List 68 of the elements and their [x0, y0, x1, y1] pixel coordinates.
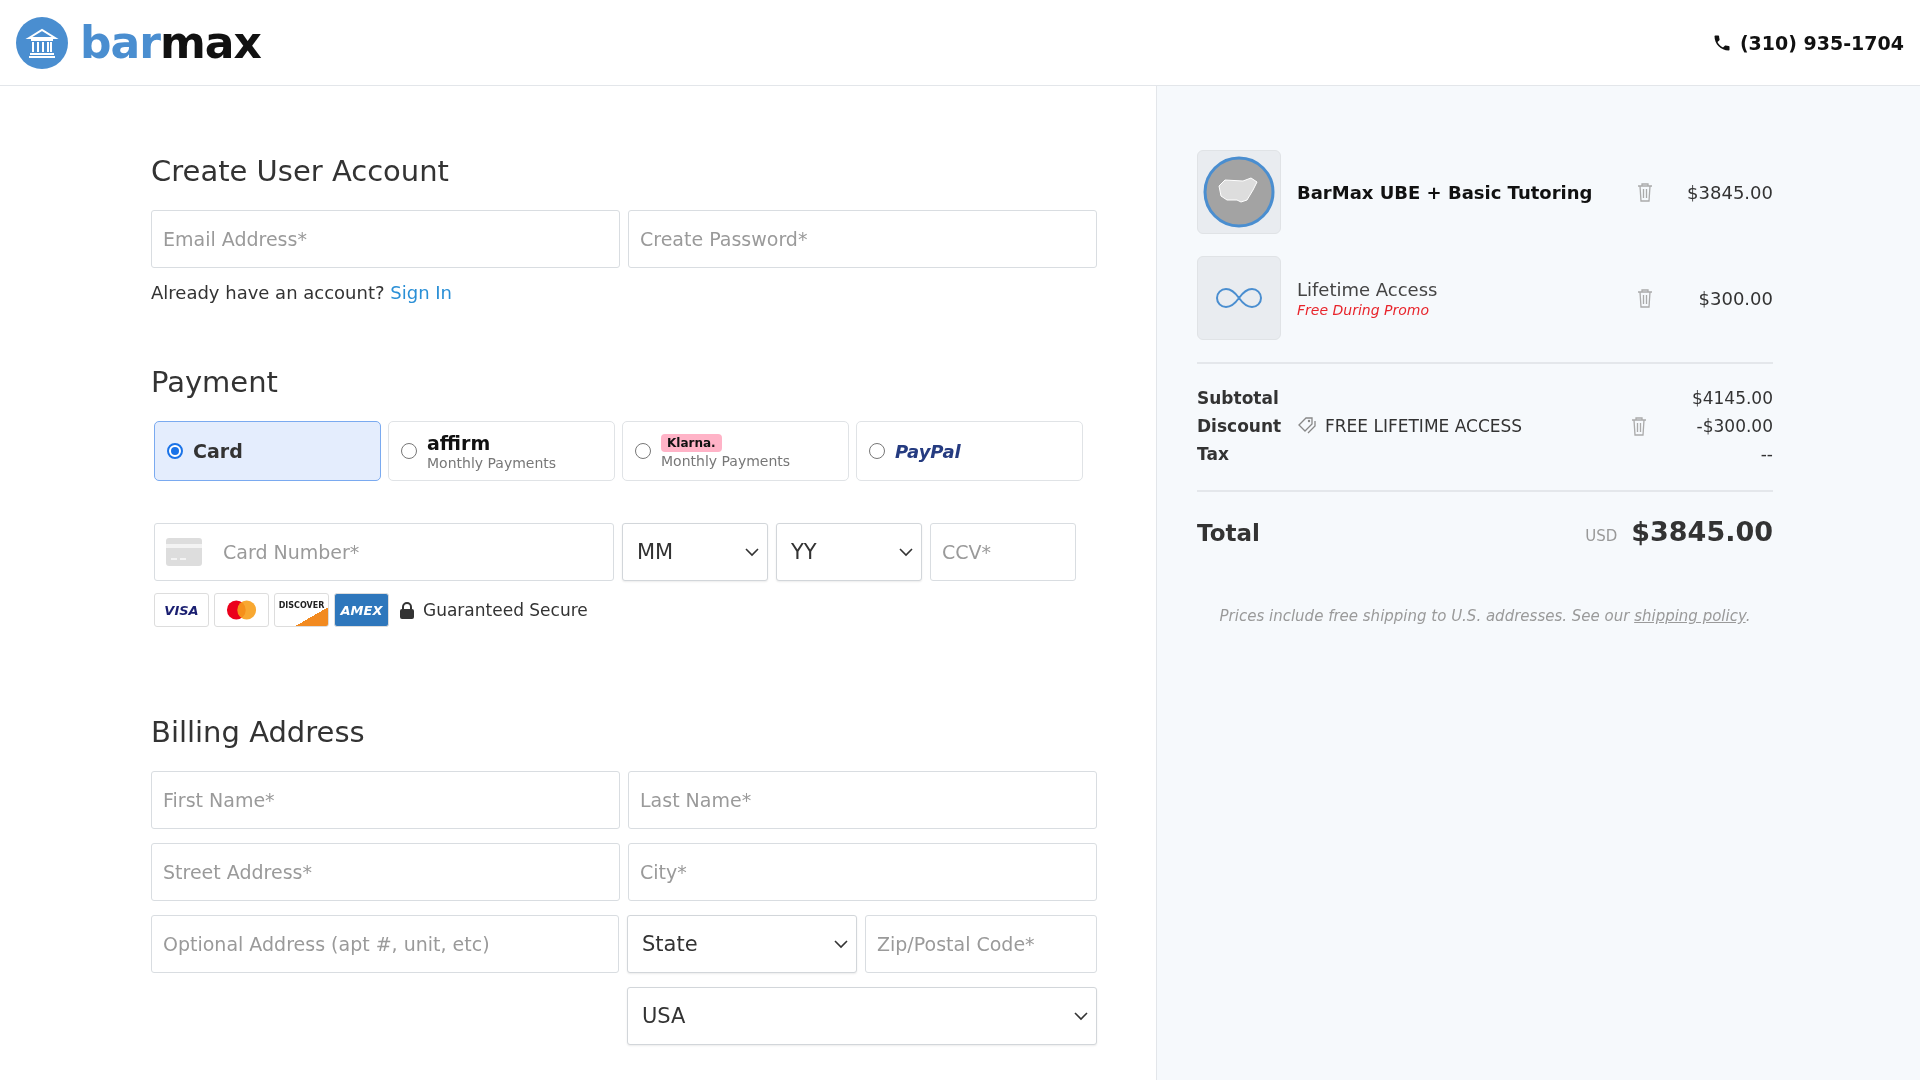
trash-icon[interactable] [1630, 416, 1647, 436]
total-value: $3845.00 [1631, 516, 1773, 547]
summary-value: -$300.00 [1696, 416, 1773, 436]
radio-button[interactable] [635, 443, 651, 459]
credit-card-icon [166, 538, 202, 566]
chevron-down-icon [899, 547, 913, 557]
section-title: Billing Address [151, 715, 366, 749]
option-subtitle: Monthly Payments [661, 452, 791, 469]
chevron-down-icon [1074, 1011, 1088, 1021]
product-price: $300.00 [1697, 287, 1773, 309]
chevron-down-icon [745, 547, 759, 557]
section-title: Payment [151, 365, 279, 399]
zip-field[interactable]: Zip/Postal Code* [865, 915, 1097, 973]
street-address-field[interactable]: Street Address* [151, 843, 620, 901]
last-name-field[interactable]: Last Name* [628, 771, 1097, 829]
trash-icon[interactable] [1637, 288, 1653, 308]
city-field[interactable]: City* [628, 843, 1097, 901]
card-number-field[interactable]: Card Number* [154, 523, 614, 581]
shipping-note: Prices include free shipping to U.S. addresses. See our shipping policy. [1218, 607, 1752, 625]
month-select[interactable]: MM [622, 523, 768, 581]
product-name: BarMax UBE + Basic Tutoring [1297, 181, 1594, 203]
secure-label: Guaranteed Secure [423, 600, 588, 620]
phone-number[interactable]: (310) 935-1704 [1739, 31, 1904, 54]
trash-icon[interactable] [1637, 182, 1653, 202]
amex-logo: AMEX [334, 593, 389, 627]
summary-value: -- [1760, 444, 1773, 464]
chevron-down-icon [834, 939, 848, 949]
klarna-logo: Klarna. [661, 433, 722, 452]
infinity-icon [1216, 287, 1262, 309]
summary-value: $4145.00 [1691, 388, 1773, 408]
optional-address-field[interactable]: Optional Address (apt #, unit, etc) [151, 915, 619, 973]
mastercard-logo [214, 593, 269, 627]
payment-option[interactable]: Card [154, 421, 381, 481]
paypal-logo: PayPal [895, 440, 961, 462]
summary-label: Tax [1197, 444, 1230, 464]
radio-button[interactable] [167, 443, 183, 459]
total-label: Total [1197, 520, 1260, 546]
currency-label: USD [1585, 527, 1618, 545]
discover-logo: DISCOVER [274, 593, 329, 627]
bank-building-icon [16, 16, 68, 69]
sign-in-prompt: Already have an account? Sign In [151, 282, 453, 303]
section-title: Create User Account [151, 154, 450, 188]
country-select[interactable]: USA [627, 987, 1097, 1045]
summary-label: Subtotal [1197, 388, 1280, 408]
year-select[interactable]: YY [776, 523, 922, 581]
visa-logo: VISA [154, 593, 209, 627]
discount-code: FREE LIFETIME ACCESS [1325, 416, 1523, 436]
ccv-field[interactable]: CCV* [930, 523, 1076, 581]
affirm-logo: affirm [427, 431, 492, 454]
radio-button[interactable] [401, 443, 417, 459]
product-name: Lifetime Access [1297, 278, 1439, 300]
payment-option[interactable]: PayPal [856, 421, 1083, 481]
password-field[interactable]: Create Password* [628, 210, 1097, 268]
summary-label: Discount [1197, 416, 1283, 436]
brand-logo[interactable]: barmax [80, 17, 261, 68]
payment-option[interactable]: affirm Monthly Payments [388, 421, 615, 481]
payment-option[interactable]: Klarna. Monthly Payments [622, 421, 849, 481]
radio-button[interactable] [869, 443, 885, 459]
tag-icon [1297, 416, 1319, 436]
state-select[interactable]: State [627, 915, 857, 973]
lock-icon [400, 601, 414, 619]
promo-note: Free During Promo [1297, 301, 1430, 318]
card-option-label: Card [193, 440, 243, 462]
first-name-field[interactable]: First Name* [151, 771, 620, 829]
email-field[interactable]: Email Address* [151, 210, 620, 268]
option-subtitle: Monthly Payments [427, 454, 557, 471]
product-price: $3845.00 [1686, 181, 1773, 203]
sign-in-link[interactable]: Sign In [390, 282, 452, 303]
